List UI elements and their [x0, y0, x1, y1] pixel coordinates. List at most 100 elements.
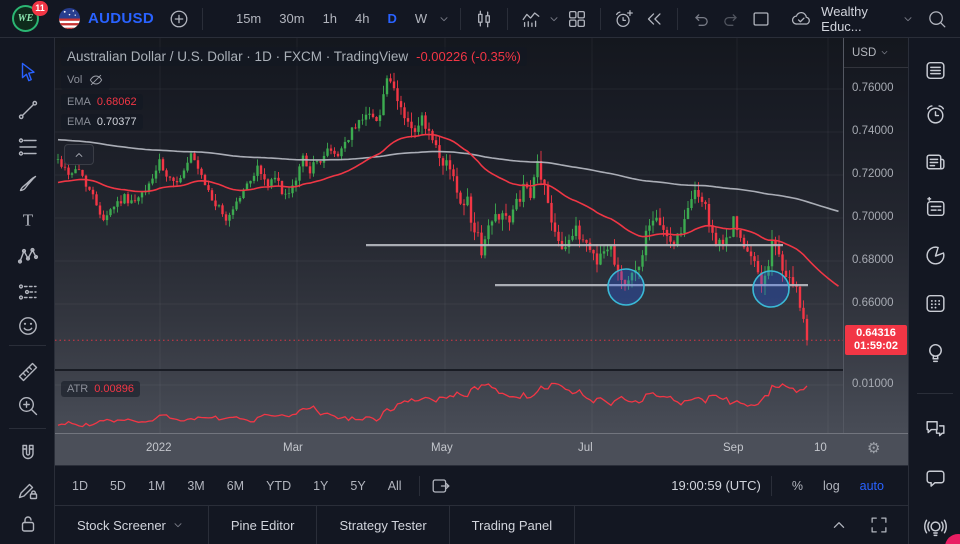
- timeframe-W[interactable]: W: [406, 11, 436, 26]
- legend-ema-slow-row[interactable]: EMA 0.70377: [61, 114, 527, 130]
- notes-icon[interactable]: [922, 194, 949, 221]
- tab-trading-panel[interactable]: Trading Panel: [450, 506, 574, 544]
- timeframe-4h[interactable]: 4h: [346, 11, 378, 26]
- symbol-flag-icon: [58, 7, 81, 30]
- price-tick-0.72000: 0.72000: [852, 168, 894, 180]
- lock-all-tool-icon[interactable]: [14, 510, 41, 537]
- session-clock[interactable]: 19:00:59 (UTC): [671, 478, 761, 493]
- last-price-value: 0.64316: [856, 327, 896, 340]
- panel-expand-chevron-icon[interactable]: [824, 510, 854, 540]
- range-5y[interactable]: 5Y: [339, 479, 376, 493]
- drawing-lock-tool-icon[interactable]: [14, 476, 41, 503]
- tab-stock-screener[interactable]: Stock Screener: [55, 506, 208, 544]
- ema-fast-value: 0.68062: [97, 96, 137, 108]
- text-tool-icon[interactable]: T: [14, 206, 41, 233]
- go-to-date-icon[interactable]: [426, 471, 456, 501]
- atr-legend-row[interactable]: ATR 0.00896: [61, 379, 140, 397]
- range-6m[interactable]: 6M: [216, 479, 255, 493]
- volume-label[interactable]: Vol: [67, 74, 82, 86]
- timezone-settings-gear-icon[interactable]: ⚙: [867, 439, 880, 457]
- price-axis-currency[interactable]: USD: [844, 38, 909, 68]
- price-tick-0.76000: 0.76000: [852, 82, 894, 94]
- range-ytd[interactable]: YTD: [255, 479, 302, 493]
- range-1y[interactable]: 1Y: [302, 479, 339, 493]
- indicators-chevron-down-icon[interactable]: [546, 11, 562, 27]
- price-tick-0.66000: 0.66000: [852, 297, 894, 309]
- magnet-tool-icon[interactable]: [14, 440, 41, 467]
- bottom-panel-tabs: Stock ScreenerPine EditorStrategy Tester…: [55, 505, 908, 544]
- percent-scale-button[interactable]: %: [782, 479, 813, 493]
- range-1m[interactable]: 1M: [137, 479, 176, 493]
- timeframe-15m[interactable]: 15m: [227, 11, 270, 26]
- ideas-icon[interactable]: [922, 339, 949, 366]
- symbol-name[interactable]: AUDUSD: [88, 10, 154, 27]
- multichart-layout-icon[interactable]: [562, 4, 592, 34]
- create-alert-icon[interactable]: [609, 4, 639, 34]
- cloud-account-menu[interactable]: Wealthy Educ...: [788, 4, 916, 34]
- compare-add-icon[interactable]: [164, 4, 194, 34]
- tab-strategy-tester[interactable]: Strategy Tester: [317, 506, 448, 544]
- news-icon[interactable]: [922, 149, 949, 176]
- account-name: Wealthy Educ...: [821, 4, 900, 34]
- right-widget-sidebar: [908, 38, 960, 544]
- chart-style-candles-icon[interactable]: [469, 4, 499, 34]
- toolbar-separator: [600, 8, 601, 30]
- fib-tool-icon[interactable]: [14, 133, 41, 160]
- account-chevron-down-icon: [900, 11, 916, 27]
- forecast-tool-icon[interactable]: [14, 278, 41, 305]
- calendar-icon[interactable]: [922, 290, 949, 317]
- chart-legend: Australian Dollar / U.S. Dollar · 1D · F…: [61, 47, 527, 134]
- range-separator: [419, 476, 420, 496]
- range-all[interactable]: All: [377, 479, 413, 493]
- alerts-icon[interactable]: [922, 101, 949, 128]
- private-chat-icon[interactable]: [922, 464, 949, 491]
- range-toolbar: 1D5D1M3M6MYTD1Y5YAll 19:00:59 (UTC) % lo…: [55, 465, 908, 505]
- log-scale-button[interactable]: log: [813, 479, 850, 493]
- ema-fast-label[interactable]: EMA: [67, 96, 91, 108]
- streams-icon[interactable]: [922, 514, 949, 541]
- brush-tool-icon[interactable]: [14, 169, 41, 196]
- cursor-tool-icon[interactable]: [14, 58, 41, 85]
- time-tick-2022: 2022: [146, 442, 172, 454]
- broker-logo[interactable]: WE 11: [12, 4, 42, 34]
- bar-replay-icon[interactable]: [639, 4, 669, 34]
- fullscreen-icon[interactable]: [864, 510, 894, 540]
- chart-region[interactable]: Australian Dollar / U.S. Dollar · 1D · F…: [55, 38, 908, 465]
- undo-icon[interactable]: [686, 4, 716, 34]
- range-5d[interactable]: 5D: [99, 479, 137, 493]
- ema-slow-label[interactable]: EMA: [67, 116, 91, 128]
- hotlists-icon[interactable]: [922, 242, 949, 269]
- tab-pine-editor[interactable]: Pine Editor: [209, 506, 317, 544]
- redo-icon[interactable]: [716, 4, 746, 34]
- search-icon[interactable]: [922, 4, 952, 34]
- legend-volume-row[interactable]: Vol: [61, 70, 527, 90]
- range-toolbar-right: 19:00:59 (UTC) % log auto: [671, 476, 894, 496]
- public-chats-icon[interactable]: [922, 415, 949, 442]
- eye-hidden-icon[interactable]: [88, 72, 104, 88]
- time-axis[interactable]: ⚙ 2022MarMayJulSep10: [55, 433, 908, 465]
- currency-chevron-down-icon: [878, 46, 891, 59]
- legend-ema-fast-row[interactable]: EMA 0.68062: [61, 94, 527, 110]
- save-layout-icon[interactable]: [746, 4, 776, 34]
- toolbar-divider: [9, 345, 46, 346]
- atr-label[interactable]: ATR: [67, 383, 88, 395]
- trend-line-tool-icon[interactable]: [14, 96, 41, 123]
- chart-title[interactable]: Australian Dollar / U.S. Dollar · 1D · F…: [67, 49, 408, 64]
- xabcd-pattern-tool-icon[interactable]: [14, 242, 41, 269]
- auto-scale-button[interactable]: auto: [850, 479, 894, 493]
- watchlist-icon[interactable]: [922, 57, 949, 84]
- legend-title-row[interactable]: Australian Dollar / U.S. Dollar · 1D · F…: [61, 47, 527, 66]
- timeframe-D[interactable]: D: [379, 11, 406, 26]
- timeframe-chevron-down-icon[interactable]: [436, 11, 452, 27]
- range-1d[interactable]: 1D: [61, 479, 99, 493]
- timeframe-1h[interactable]: 1h: [314, 11, 346, 26]
- price-axis[interactable]: USD 0.64316 01:59:02 0.01000 0.760000.74…: [843, 38, 908, 433]
- drawing-toolbar: T: [0, 38, 55, 544]
- zoom-in-tool-icon[interactable]: [14, 392, 41, 419]
- emoji-tool-icon[interactable]: [14, 312, 41, 339]
- collapse-legend-button[interactable]: [64, 144, 94, 165]
- measure-tool-icon[interactable]: [14, 358, 41, 385]
- range-3m[interactable]: 3M: [176, 479, 215, 493]
- timeframe-30m[interactable]: 30m: [270, 11, 313, 26]
- indicators-icon[interactable]: [516, 4, 546, 34]
